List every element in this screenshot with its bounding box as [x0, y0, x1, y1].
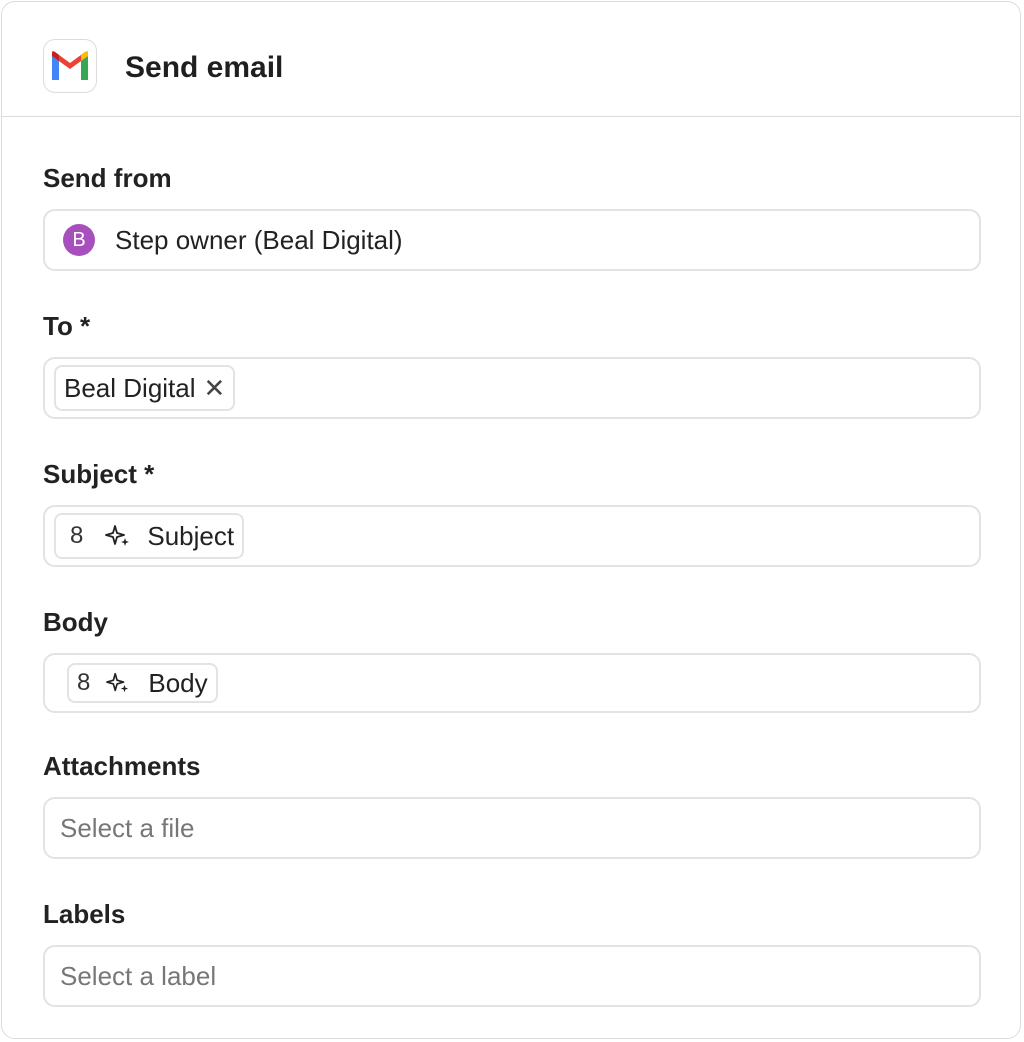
send-from-label: Send from — [43, 163, 172, 193]
subject-variable-chip[interactable]: 8 Subject — [54, 513, 245, 559]
card-header: Send email — [2, 2, 1020, 117]
recipient-chip[interactable]: Beal Digital ✕ — [54, 365, 236, 411]
step-number: 8 — [77, 669, 91, 696]
attachments-select[interactable]: Select a file — [43, 797, 981, 859]
send-from-value: Step owner (Beal Digital) — [115, 224, 403, 255]
page-title: Send email — [125, 51, 284, 84]
attachments-label: Attachments — [43, 751, 201, 781]
subject-label: Subject * — [43, 459, 155, 489]
send-from-select[interactable]: B Step owner (Beal Digital) — [43, 209, 981, 271]
to-field[interactable]: Beal Digital ✕ — [43, 357, 981, 419]
labels-label: Labels — [43, 899, 126, 929]
recipient-chip-label: Beal Digital — [64, 372, 196, 403]
subject-field[interactable]: 8 Subject — [43, 505, 981, 567]
subject-chip-label: Subject — [147, 520, 235, 551]
body-chip-label: Body — [148, 667, 208, 698]
sparkle-icon — [105, 525, 130, 546]
sparkle-icon — [106, 672, 129, 693]
send-email-card: Send email Send from B Step owner (Beal … — [1, 1, 1021, 1039]
body-field[interactable]: 8 Body — [43, 653, 981, 713]
body-variable-chip[interactable]: 8 Body — [67, 663, 218, 703]
to-label: To * — [43, 311, 91, 341]
labels-placeholder: Select a label — [60, 960, 217, 991]
attachments-placeholder: Select a file — [60, 812, 195, 843]
close-icon[interactable]: ✕ — [204, 375, 226, 401]
gmail-icon — [43, 39, 97, 93]
labels-select[interactable]: Select a label — [43, 945, 981, 1007]
step-number: 8 — [70, 522, 84, 549]
avatar: B — [63, 224, 95, 256]
body-label: Body — [43, 607, 108, 637]
